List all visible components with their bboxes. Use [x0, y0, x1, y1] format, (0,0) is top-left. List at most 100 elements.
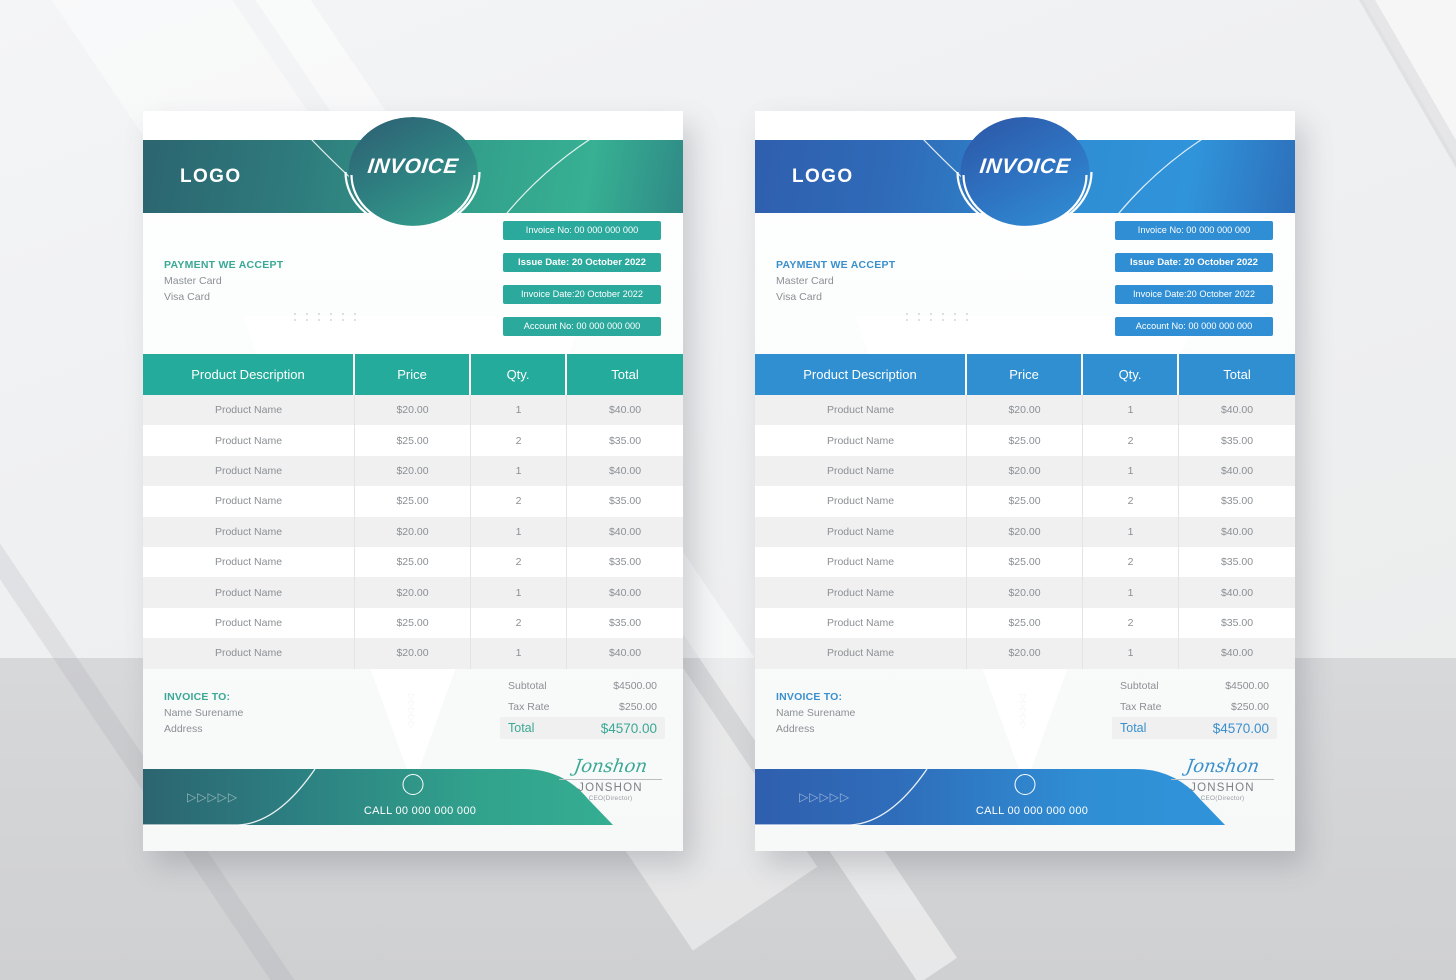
chevron-watermark: ▽ ▽ ▽ ▽ ▽: [407, 692, 415, 730]
cell-description: Product Name: [143, 577, 355, 608]
totals-block: Subtotal $4500.00 Tax Rate $250.00 Total…: [1112, 675, 1277, 739]
cell-total: $35.00: [608, 556, 642, 569]
payment-title: PAYMENT WE ACCEPT: [776, 259, 896, 271]
chip-account-no[interactable]: Account No: 00 000 000 000: [503, 317, 661, 336]
payment-method: Master Card: [164, 275, 222, 287]
table-row[interactable]: Product Name $25.00 2 $35.00: [143, 425, 683, 456]
subtotal-value: $4500.00: [613, 679, 657, 692]
cell-description: Product Name: [755, 577, 967, 608]
column-header-total: Total: [1223, 367, 1251, 382]
cell-price: $20.00: [967, 455, 1083, 487]
table-row[interactable]: Product Name $20.00 1 $40.00: [143, 638, 683, 669]
grand-total-label: Total: [508, 721, 535, 735]
table-row[interactable]: Product Name $25.00 2 $35.00: [143, 546, 683, 578]
subtotal-label: Subtotal: [1120, 679, 1159, 692]
cell-price: $20.00: [967, 395, 1083, 426]
column-header-qty: Qty.: [471, 354, 567, 395]
signature-block: Jonshon JONSHON CEO(Director): [1171, 756, 1274, 802]
table-row[interactable]: Product Name $20.00 1 $40.00: [143, 455, 683, 487]
table-row[interactable]: Product Name $20.00 1 $40.00: [755, 577, 1295, 608]
cell-total: $40.00: [1220, 525, 1254, 538]
cell-qty: 1: [1083, 455, 1179, 487]
cell-total: $40.00: [1220, 404, 1254, 417]
chip-account-no[interactable]: Account No: 00 000 000 000: [1115, 317, 1273, 336]
cell-qty: 2: [1083, 607, 1179, 639]
table-row[interactable]: Product Name $20.00 1 $40.00: [143, 395, 683, 426]
dot-grid-decoration: [294, 313, 366, 325]
cell-total: $35.00: [1220, 495, 1254, 508]
table-row[interactable]: Product Name $25.00 2 $35.00: [755, 486, 1295, 517]
invoice-sheet-teal[interactable]: LOGO INVOICE PAYMENT WE ACCEPT Master Ca…: [143, 111, 683, 851]
column-header-price: Price: [967, 354, 1083, 395]
cell-total: $40.00: [1220, 464, 1254, 477]
invoice-sheet-blue[interactable]: LOGO INVOICE PAYMENT WE ACCEPT Master Ca…: [755, 111, 1295, 851]
logo-text: LOGO: [792, 165, 854, 187]
cell-qty: 2: [471, 607, 567, 639]
cell-price: $20.00: [967, 638, 1083, 669]
signature-role: CEO(Director): [1200, 795, 1245, 802]
footer-call-text: CALL 00 000 000 000: [363, 805, 477, 817]
table-row[interactable]: Product Name $25.00 2 $35.00: [143, 607, 683, 639]
cell-price: $25.00: [355, 546, 471, 578]
cell-qty: 2: [1083, 425, 1179, 456]
cell-price: $20.00: [355, 455, 471, 487]
table-body: Product Name $20.00 1 $40.00 Product Name $25…: [755, 395, 1295, 669]
invoice-badge: INVOICE: [953, 117, 1098, 236]
chip-invoice-no[interactable]: Invoice No: 00 000 000 000: [503, 221, 661, 240]
cell-qty: 2: [1083, 546, 1179, 578]
cell-price: $20.00: [355, 577, 471, 608]
bill-to-name: Name Surename: [776, 707, 856, 719]
table-row[interactable]: Product Name $20.00 1 $40.00: [755, 455, 1295, 487]
table-header-row: Product Description Price Qty. Total: [755, 354, 1295, 395]
cell-total: $40.00: [1220, 647, 1254, 660]
chip-invoice-date[interactable]: Invoice Date:20 October 2022: [503, 285, 661, 304]
chip-invoice-no[interactable]: Invoice No: 00 000 000 000: [1115, 221, 1273, 240]
grand-total-label: Total: [1120, 721, 1147, 735]
tax-label: Tax Rate: [1120, 700, 1162, 713]
totals-block: Subtotal $4500.00 Tax Rate $250.00 Total…: [500, 675, 665, 739]
cell-total: $40.00: [608, 586, 642, 599]
cell-total: $35.00: [608, 495, 642, 508]
table-row[interactable]: Product Name $25.00 2 $35.00: [755, 425, 1295, 456]
cell-price: $25.00: [355, 607, 471, 639]
cell-description: Product Name: [143, 455, 355, 487]
cell-description: Product Name: [755, 607, 967, 639]
chip-issue-date[interactable]: Issue Date: 20 October 2022: [503, 253, 661, 272]
cell-description: Product Name: [143, 638, 355, 669]
cell-description: Product Name: [143, 425, 355, 456]
signature-script: Jonshon: [572, 756, 649, 777]
cell-description: Product Name: [755, 486, 967, 517]
table-body: Product Name $20.00 1 $40.00 Product Name $25…: [143, 395, 683, 669]
tax-value: $250.00: [619, 700, 657, 713]
chip-invoice-date[interactable]: Invoice Date:20 October 2022: [1115, 285, 1273, 304]
cell-qty: 1: [471, 516, 567, 547]
totals-row-tax: Tax Rate $250.00: [1112, 696, 1277, 717]
chevron-watermark: ▽ ▽ ▽ ▽ ▽: [1019, 692, 1027, 730]
table-row[interactable]: Product Name $20.00 1 $40.00: [755, 516, 1295, 547]
cell-total: $40.00: [608, 525, 642, 538]
bill-to-address: Address: [776, 723, 815, 735]
table-row[interactable]: Product Name $25.00 2 $35.00: [755, 546, 1295, 578]
bill-to-block: INVOICE TO: Name Surename Address: [164, 691, 243, 735]
footer-arrows-icon: ▷▷▷▷▷: [799, 790, 851, 804]
column-header-description: Product Description: [755, 354, 967, 395]
cell-price: $25.00: [967, 546, 1083, 578]
cell-price: $25.00: [355, 486, 471, 517]
cell-price: $20.00: [355, 638, 471, 669]
table-row[interactable]: Product Name $25.00 2 $35.00: [143, 486, 683, 517]
bill-to-title: INVOICE TO:: [776, 691, 843, 703]
table-row[interactable]: Product Name $20.00 1 $40.00: [143, 516, 683, 547]
bill-to-block: INVOICE TO: Name Surename Address: [776, 691, 855, 735]
table-row[interactable]: Product Name $20.00 1 $40.00: [755, 638, 1295, 669]
table-row[interactable]: Product Name $25.00 2 $35.00: [755, 607, 1295, 639]
payment-methods-block: PAYMENT WE ACCEPT Master Card Visa Card: [164, 259, 283, 303]
column-header-qty: Qty.: [1083, 354, 1179, 395]
table-row[interactable]: Product Name $20.00 1 $40.00: [755, 395, 1295, 426]
dot-grid-decoration: [906, 313, 978, 325]
line-items-table: Product Description Price Qty. Total Pro…: [143, 354, 683, 669]
cell-qty: 2: [471, 486, 567, 517]
chip-issue-date[interactable]: Issue Date: 20 October 2022: [1115, 253, 1273, 272]
table-row[interactable]: Product Name $20.00 1 $40.00: [143, 577, 683, 608]
cell-description: Product Name: [143, 546, 355, 578]
cell-price: $20.00: [355, 395, 471, 426]
